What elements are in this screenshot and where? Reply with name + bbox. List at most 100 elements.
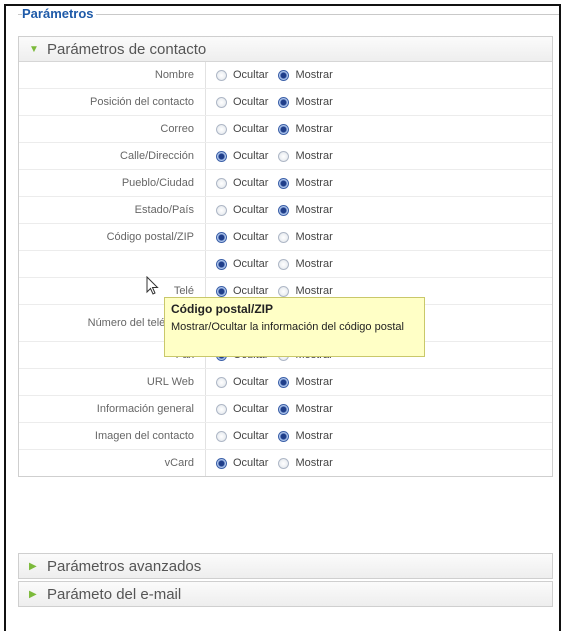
radio-group: Ocultar Mostrar bbox=[202, 96, 343, 108]
show-radio[interactable] bbox=[278, 69, 290, 81]
show-radio[interactable] bbox=[278, 96, 290, 108]
show-radio-label[interactable]: Mostrar bbox=[295, 231, 332, 243]
radio-group: Ocultar Mostrar bbox=[202, 258, 343, 270]
hide-radio-label[interactable]: Ocultar bbox=[233, 457, 268, 469]
hide-radio[interactable] bbox=[216, 231, 227, 243]
show-radio[interactable] bbox=[278, 204, 290, 216]
hide-radio[interactable] bbox=[216, 69, 227, 81]
contact-parameters-title: Parámetros de contacto bbox=[47, 40, 207, 58]
param-row: Código postal/ZIP Ocultar Mostrar bbox=[19, 224, 552, 250]
radio-group: Ocultar Mostrar bbox=[202, 231, 343, 243]
hide-radio-label[interactable]: Ocultar bbox=[233, 177, 268, 189]
param-label: Correo bbox=[160, 123, 194, 135]
advanced-parameters-header[interactable]: ▶ Parámetros avanzados bbox=[19, 554, 552, 578]
radio-group: Ocultar Mostrar bbox=[202, 204, 343, 216]
radio-group: Ocultar Mostrar bbox=[202, 376, 343, 388]
hide-radio[interactable] bbox=[216, 403, 227, 415]
column-divider bbox=[205, 197, 206, 223]
param-label: Posición del contacto bbox=[90, 96, 194, 108]
radio-group: Ocultar Mostrar bbox=[202, 403, 343, 415]
hide-radio[interactable] bbox=[216, 177, 227, 189]
show-radio[interactable] bbox=[278, 177, 290, 189]
param-row: Ocultar Mostrar bbox=[19, 251, 552, 277]
param-label: Pueblo/Ciudad bbox=[121, 177, 194, 189]
param-label: Calle/Dirección bbox=[120, 150, 194, 162]
show-radio-label[interactable]: Mostrar bbox=[295, 457, 332, 469]
email-parameters-title: Parámeto del e-mail bbox=[47, 585, 182, 603]
hide-radio[interactable] bbox=[216, 376, 227, 388]
hide-radio-label[interactable]: Ocultar bbox=[233, 69, 268, 81]
show-radio[interactable] bbox=[278, 258, 290, 270]
show-radio[interactable] bbox=[278, 457, 290, 469]
param-label: Código postal/ZIP bbox=[106, 231, 194, 243]
show-radio-label[interactable]: Mostrar bbox=[295, 204, 332, 216]
contact-parameters-rows: Nombre Ocultar Mostrar Posición del contact… bbox=[19, 62, 552, 476]
hide-radio[interactable] bbox=[216, 123, 227, 135]
param-row: Calle/Dirección Ocultar Mostrar bbox=[19, 143, 552, 169]
param-label: URL Web bbox=[146, 376, 194, 388]
show-radio[interactable] bbox=[278, 150, 290, 162]
param-label: Imagen del contacto bbox=[94, 430, 194, 442]
triangle-down-icon: ▼ bbox=[29, 43, 39, 55]
param-row: Pueblo/Ciudad Ocultar Mostrar bbox=[19, 170, 552, 196]
show-radio-label[interactable]: Mostrar bbox=[295, 285, 332, 297]
radio-group: Ocultar Mostrar bbox=[202, 150, 343, 162]
show-radio-label[interactable]: Mostrar bbox=[295, 150, 332, 162]
param-row: Imagen del contacto Ocultar Mostrar bbox=[19, 423, 552, 449]
radio-group: Ocultar Mostrar bbox=[202, 177, 343, 189]
show-radio[interactable] bbox=[278, 376, 290, 388]
radio-group: Ocultar Mostrar bbox=[202, 430, 343, 442]
advanced-parameters-title: Parámetros avanzados bbox=[47, 557, 202, 575]
show-radio[interactable] bbox=[278, 231, 290, 243]
fieldset-border bbox=[18, 14, 559, 15]
triangle-right-icon: ▶ bbox=[29, 560, 37, 572]
hide-radio-label[interactable]: Ocultar bbox=[233, 376, 268, 388]
column-divider bbox=[205, 170, 206, 196]
column-divider bbox=[205, 396, 206, 422]
radio-group: Ocultar Mostrar bbox=[202, 285, 343, 297]
contact-parameters-panel: ▼ Parámetros de contacto Nombre Ocultar Mo… bbox=[18, 36, 553, 477]
param-row: vCard Ocultar Mostrar bbox=[19, 450, 552, 476]
hide-radio[interactable] bbox=[216, 258, 227, 270]
hide-radio[interactable] bbox=[216, 150, 227, 162]
param-label: Nombre bbox=[154, 69, 194, 81]
hide-radio-label[interactable]: Ocultar bbox=[233, 285, 268, 297]
hide-radio-label[interactable]: Ocultar bbox=[233, 150, 268, 162]
parameters-legend: Parámetros bbox=[22, 6, 96, 21]
show-radio-label[interactable]: Mostrar bbox=[295, 376, 332, 388]
show-radio-label[interactable]: Mostrar bbox=[295, 69, 332, 81]
show-radio-label[interactable]: Mostrar bbox=[295, 258, 332, 270]
show-radio-label[interactable]: Mostrar bbox=[295, 403, 332, 415]
show-radio-label[interactable]: Mostrar bbox=[295, 430, 332, 442]
column-divider bbox=[205, 251, 206, 277]
tooltip: Código postal/ZIP Mostrar/Ocultar la inf… bbox=[164, 297, 425, 357]
radio-group: Ocultar Mostrar bbox=[202, 123, 343, 135]
hide-radio-label[interactable]: Ocultar bbox=[233, 231, 268, 243]
hide-radio[interactable] bbox=[216, 96, 227, 108]
show-radio[interactable] bbox=[278, 403, 290, 415]
hide-radio[interactable] bbox=[216, 204, 227, 216]
show-radio-label[interactable]: Mostrar bbox=[295, 96, 332, 108]
param-row: Correo Ocultar Mostrar bbox=[19, 116, 552, 142]
column-divider bbox=[205, 423, 206, 449]
mouse-cursor-icon bbox=[146, 276, 159, 295]
hide-radio-label[interactable]: Ocultar bbox=[233, 430, 268, 442]
email-parameters-header[interactable]: ▶ Parámeto del e-mail bbox=[19, 582, 552, 606]
show-radio[interactable] bbox=[278, 430, 290, 442]
show-radio-label[interactable]: Mostrar bbox=[295, 123, 332, 135]
show-radio-label[interactable]: Mostrar bbox=[295, 177, 332, 189]
contact-parameters-header[interactable]: ▼ Parámetros de contacto bbox=[19, 37, 552, 62]
hide-radio[interactable] bbox=[216, 430, 227, 442]
show-radio[interactable] bbox=[278, 285, 290, 297]
hide-radio-label[interactable]: Ocultar bbox=[233, 204, 268, 216]
hide-radio-label[interactable]: Ocultar bbox=[233, 403, 268, 415]
show-radio[interactable] bbox=[278, 123, 290, 135]
hide-radio[interactable] bbox=[216, 285, 227, 297]
hide-radio-label[interactable]: Ocultar bbox=[233, 96, 268, 108]
email-parameters-panel: ▶ Parámeto del e-mail bbox=[18, 581, 553, 607]
column-divider bbox=[205, 89, 206, 115]
triangle-right-icon: ▶ bbox=[29, 588, 37, 600]
hide-radio-label[interactable]: Ocultar bbox=[233, 258, 268, 270]
hide-radio[interactable] bbox=[216, 457, 227, 469]
hide-radio-label[interactable]: Ocultar bbox=[233, 123, 268, 135]
